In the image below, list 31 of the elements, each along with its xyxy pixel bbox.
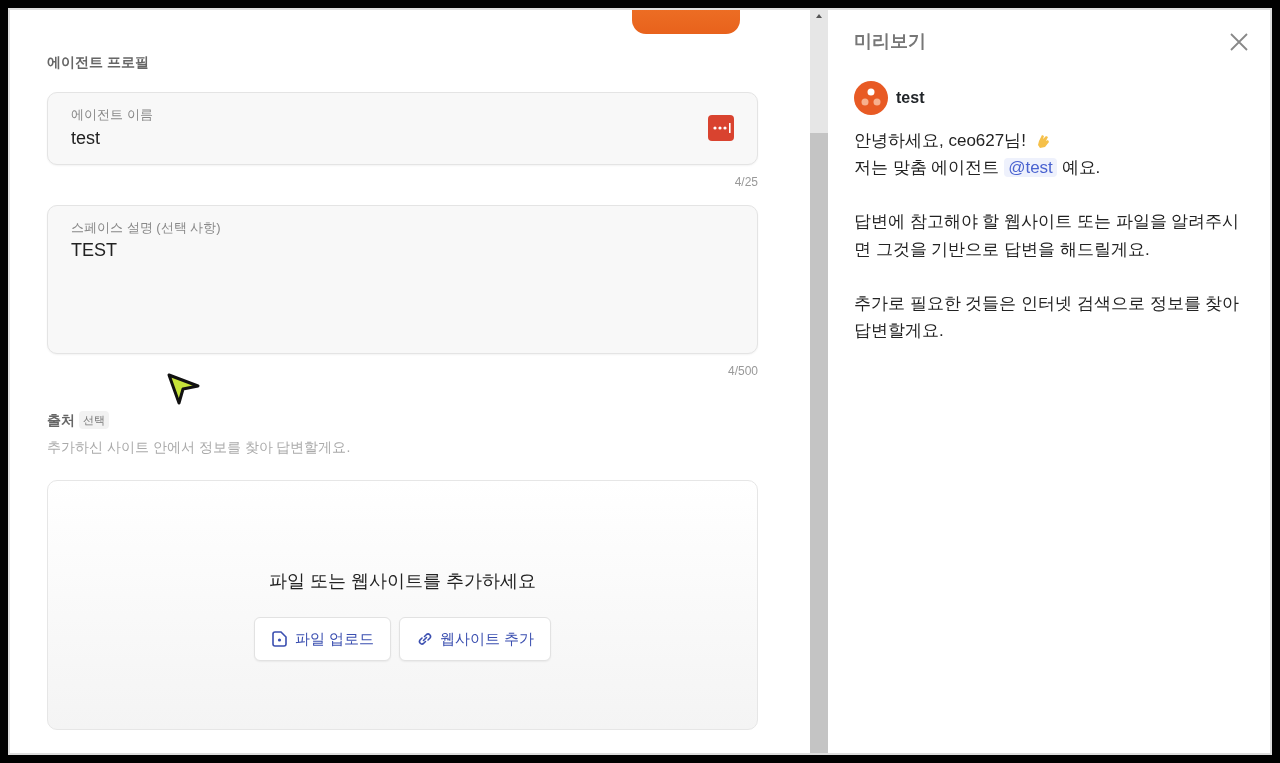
scroll-up-arrow[interactable] (816, 14, 822, 18)
upload-button[interactable]: 파일 업로드 (253, 616, 391, 662)
text-input[interactable]: test (71, 124, 708, 152)
link-icon (416, 630, 434, 648)
description-field[interactable]: 스페이스 설명 (선택 사항) TEST (47, 204, 758, 354)
agent-avatar-icon (854, 81, 888, 115)
dropzone-title: 파일 또는 웹사이트를 추가하세요 (269, 569, 536, 593)
message-paragraph: 추가로 필요한 것들은 인터넷 검색으로 정보를 찾아 답변할게요. (854, 292, 1241, 342)
cursor-icon (166, 372, 200, 406)
agent-name: test (896, 88, 925, 108)
section-title: 에이전트 프로필 (47, 53, 150, 72)
file-icon (270, 630, 289, 648)
optional-tag: 선택 (79, 410, 109, 430)
dropzone[interactable]: 파일 또는 웹사이트를 추가하세요 파일 업로드 웹사이트 추가 (47, 479, 758, 730)
add-website-button[interactable]: 웹사이트 추가 (399, 616, 552, 662)
section-title: 출처 (47, 410, 75, 430)
intro-text: 저는 맞춤 에이전트 @test 예요. (854, 157, 1102, 180)
message-paragraph: 답변에 참고해야 할 웹사이트 또는 파일을 알려주시면 그것을 기반으로 답변을 해드릴게요. (854, 211, 1241, 261)
character-counter: 4/500 (726, 362, 758, 380)
field-label: 에이전트 이름 (71, 106, 154, 124)
field-label: 스페이스 설명 (선택 사항) (71, 218, 222, 237)
name-field[interactable]: 에이전트 이름 test (47, 92, 758, 165)
mention-link[interactable]: @test (1004, 158, 1057, 178)
text-area[interactable]: TEST (71, 237, 734, 318)
password-manager-icon[interactable] (708, 115, 734, 142)
greeting-text: 안녕하세요, ceo627님! (854, 130, 1026, 152)
close-icon[interactable] (1230, 32, 1248, 51)
hint-text: 추가하신 사이트 안에서 정보를 찾아 답변할게요. (47, 437, 352, 457)
preview-title: 미리보기 (854, 30, 926, 53)
scrollbar-thumb[interactable] (810, 133, 828, 753)
character-counter: 4/25 (733, 173, 758, 191)
